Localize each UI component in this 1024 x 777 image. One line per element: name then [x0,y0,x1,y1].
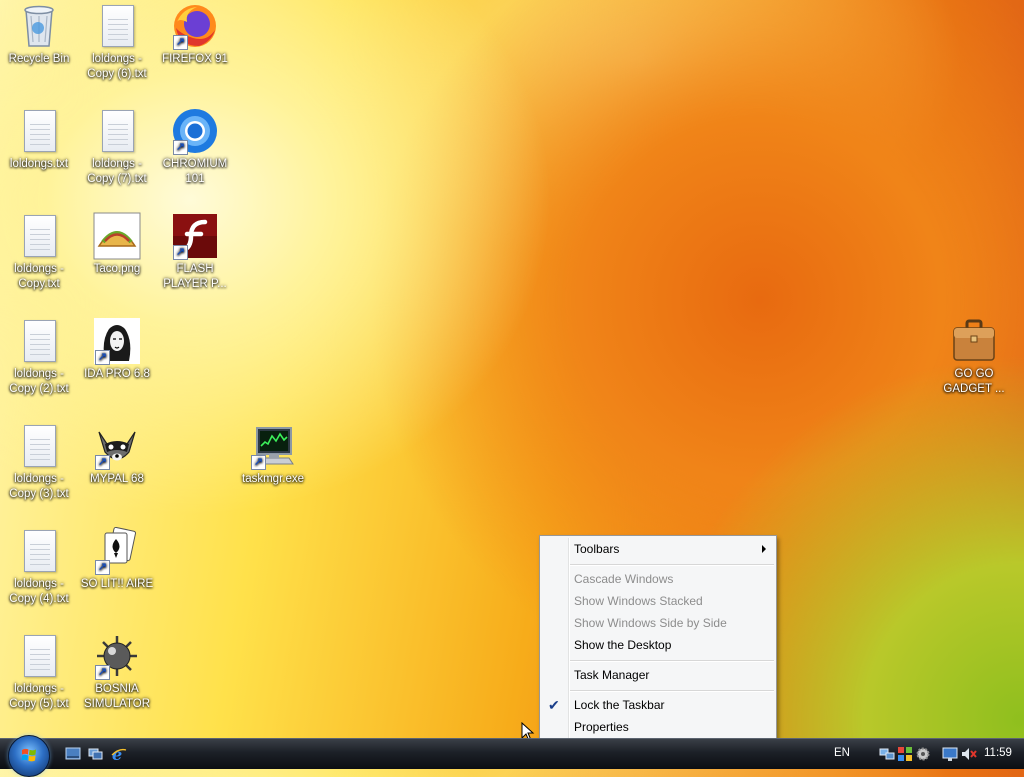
menu-item-toolbars[interactable]: Toolbars [574,539,619,559]
menu-separator [570,564,774,566]
menu-item-show-windows-side-by-side[interactable]: Show Windows Side by Side [574,613,727,633]
clock[interactable]: 11:59 [984,747,1012,759]
display-icon[interactable] [942,746,958,762]
desktop[interactable]: Recycle Bin loldongs.txt loldongs - Copy… [0,0,1024,738]
taskbar-context-menu: Toolbars Cascade Windows Show Windows St… [539,535,777,742]
desktop-icon-flash-player[interactable]: ↗ FLASH PLAYER P... [156,212,234,292]
icon-label: MYPAL 68 [90,473,144,485]
shortcut-arrow-icon: ↗ [95,455,110,470]
text-file-icon [15,422,63,470]
taco-image-icon [93,212,141,260]
shortcut-arrow-icon: ↗ [95,350,110,365]
desktop-icon-loldongs-copy[interactable]: loldongs - Copy.txt [0,212,78,292]
menu-item-task-manager[interactable]: Task Manager [574,665,649,685]
menu-item-show-desktop[interactable]: Show the Desktop [574,635,671,655]
shortcut-arrow-icon: ↗ [95,560,110,575]
icon-label: loldongs - Copy (2).txt [9,368,69,395]
flash-player-icon: ↗ [171,212,219,260]
icon-label: SO LIT!! AIRE [80,578,154,590]
menu-gutter [568,538,570,739]
desktop-icon-loldongs-copy-6[interactable]: loldongs - Copy (6).txt [78,2,156,82]
desktop-icon-loldongs-copy-4[interactable]: loldongs - Copy (4).txt [0,527,78,607]
icon-label: loldongs - Copy (4).txt [9,578,69,605]
desktop-icon-go-go-gadget[interactable]: GO GO GADGET ... [935,317,1013,397]
icon-label: loldongs.txt [9,158,69,170]
desktop-icon-loldongs[interactable]: loldongs.txt [0,107,78,172]
volume-muted-icon[interactable] [961,746,977,762]
solitaire-cards-icon: ↗ [93,526,141,575]
icon-label: CHROMIUM 101 [162,158,228,185]
icon-label: loldongs - Copy (6).txt [87,53,147,80]
start-button[interactable] [8,735,50,777]
shortcut-arrow-icon: ↗ [95,665,110,680]
network-icon[interactable] [879,746,895,762]
desktop-icon-ida-pro[interactable]: ↗ IDA PRO 6.8 [78,317,156,382]
briefcase-icon [950,317,998,365]
firefox-icon: ↗ [171,2,219,50]
icon-label: loldongs - Copy (5).txt [9,683,69,710]
icon-label: loldongs - Copy (3).txt [9,473,69,500]
menu-separator [570,690,774,692]
text-file-icon [93,2,141,50]
shortcut-arrow-icon: ↗ [173,245,188,260]
desktop-icon-solitaire[interactable]: ↗ SO LIT!! AIRE [78,526,156,592]
icon-label: loldongs - Copy.txt [14,263,64,290]
desktop-icon-loldongs-copy-3[interactable]: loldongs - Copy (3).txt [0,422,78,502]
icon-label: BOSNIA SIMULATOR [83,683,151,710]
ida-pro-icon: ↗ [93,317,141,365]
menu-item-cascade-windows[interactable]: Cascade Windows [574,569,673,589]
shortcut-arrow-icon: ↗ [173,35,188,50]
language-indicator[interactable]: EN [834,747,850,759]
desktop-icon-firefox[interactable]: ↗ FIREFOX 91 [156,2,234,67]
checkmark-icon: ✔ [548,697,560,713]
icon-label: IDA PRO 6.8 [84,368,150,380]
icon-label: Taco.png [93,263,141,275]
submenu-arrow-icon [762,545,766,553]
desktop-icon-taskmgr[interactable]: ↗ taskmgr.exe [234,422,312,487]
text-file-icon [15,632,63,680]
desktop-icon-loldongs-copy-5[interactable]: loldongs - Copy (5).txt [0,632,78,712]
mypal-raccoon-icon: ↗ [93,422,141,470]
desktop-icon-taco[interactable]: Taco.png [78,212,156,277]
icon-label: Recycle Bin [8,53,70,65]
windows-update-icon[interactable] [897,746,913,762]
desktop-icon-loldongs-copy-7[interactable]: loldongs - Copy (7).txt [78,107,156,187]
shortcut-arrow-icon: ↗ [173,140,188,155]
menu-item-properties[interactable]: Properties [574,717,629,737]
minesweeper-mine-icon: ↗ [93,632,141,680]
icon-label: taskmgr.exe [242,473,304,485]
internet-explorer-icon[interactable]: e [111,746,127,762]
desktop-icon-chromium[interactable]: ↗ CHROMIUM 101 [156,107,234,187]
windows-logo-icon [21,748,36,762]
icon-label: GO GO GADGET ... [943,368,1005,395]
icon-label: FLASH PLAYER P... [163,263,227,290]
text-file-icon [15,527,63,575]
menu-item-lock-taskbar[interactable]: Lock the Taskbar [574,695,665,715]
desktop-icon-loldongs-copy-2[interactable]: loldongs - Copy (2).txt [0,317,78,397]
shortcut-arrow-icon: ↗ [251,455,266,470]
switch-windows-icon[interactable] [88,746,104,762]
menu-item-show-windows-stacked[interactable]: Show Windows Stacked [574,591,703,611]
text-file-icon [93,107,141,155]
desktop-icon-recycle-bin[interactable]: Recycle Bin [0,2,78,67]
icon-label: loldongs - Copy (7).txt [87,158,147,185]
text-file-icon [15,107,63,155]
settings-gear-icon[interactable] [915,746,931,762]
show-desktop-icon[interactable] [65,746,81,762]
desktop-icon-bosnia-simulator[interactable]: ↗ BOSNIA SIMULATOR [78,632,156,712]
recycle-bin-icon [15,2,63,50]
task-manager-icon: ↗ [249,422,297,470]
icon-label: FIREFOX 91 [162,53,228,65]
menu-separator [570,660,774,662]
text-file-icon [15,212,63,260]
desktop-icon-mypal[interactable]: ↗ MYPAL 68 [78,422,156,487]
taskbar[interactable]: e EN 11:59 [0,735,1024,777]
text-file-icon [15,317,63,365]
chromium-icon: ↗ [171,107,219,155]
